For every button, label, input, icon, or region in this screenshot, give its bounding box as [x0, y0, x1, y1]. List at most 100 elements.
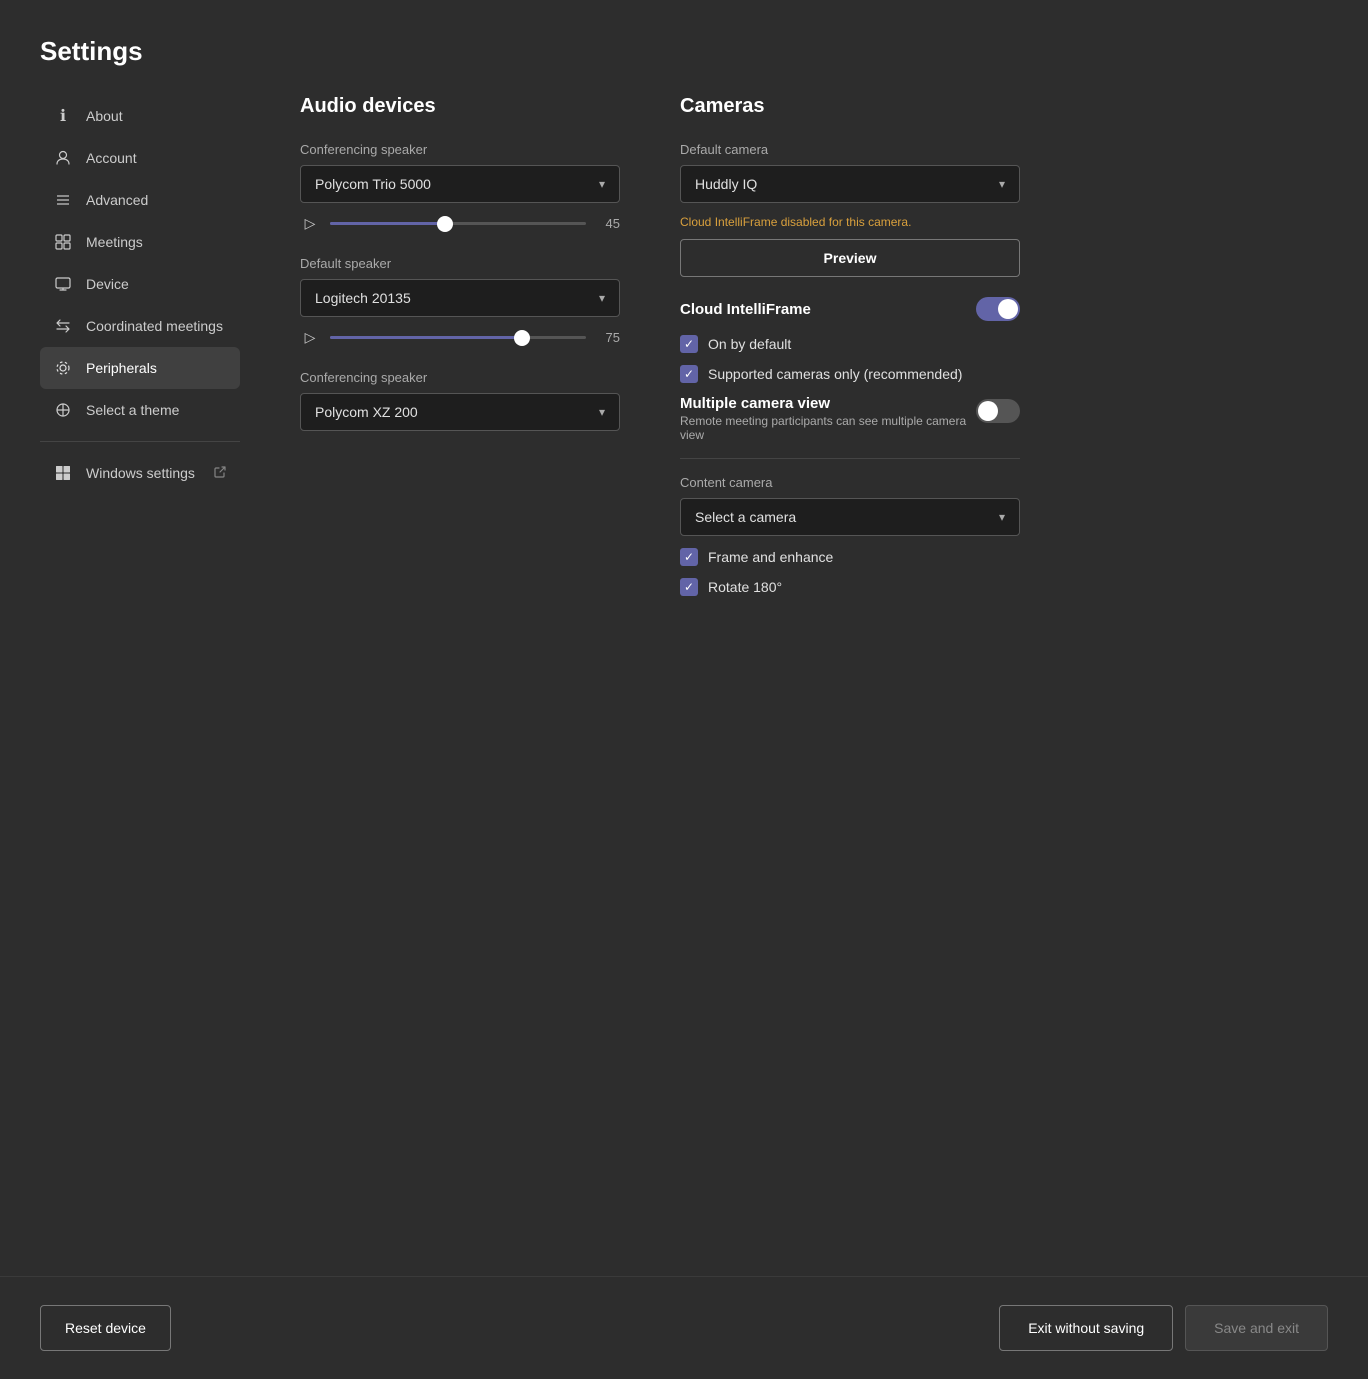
- sidebar-item-label: About: [86, 108, 123, 124]
- windows-icon: [54, 464, 72, 482]
- preview-button[interactable]: Preview: [680, 239, 1020, 277]
- meetings-icon: [54, 233, 72, 251]
- cloud-intelliframe-toggle[interactable]: [976, 297, 1020, 321]
- default-speaker-dropdown[interactable]: Logitech 20135 ▾: [300, 279, 620, 317]
- on-by-default-row: ✓ On by default: [680, 335, 1020, 353]
- sidebar-item-windows-settings[interactable]: Windows settings: [40, 452, 240, 494]
- checkmark-icon: ✓: [684, 550, 694, 564]
- bottom-bar: Reset device Exit without saving Save an…: [0, 1276, 1368, 1379]
- camera-section-title: Cameras: [680, 95, 1020, 118]
- default-speaker-volume: 75: [596, 330, 620, 345]
- main-content: Audio devices Conferencing speaker Polyc…: [260, 95, 1328, 1276]
- default-speaker-play-btn[interactable]: ▷: [300, 329, 320, 346]
- chevron-down-icon: ▾: [599, 291, 605, 305]
- slider-fill: [330, 222, 445, 225]
- multiple-camera-view-title: Multiple camera view: [680, 395, 976, 412]
- multiple-camera-text: Multiple camera view Remote meeting part…: [680, 395, 976, 442]
- default-speaker-slider-row: ▷ 75: [300, 329, 620, 346]
- frame-and-enhance-row: ✓ Frame and enhance: [680, 548, 1020, 566]
- conferencing-speaker-label: Conferencing speaker: [300, 142, 620, 157]
- default-speaker-slider[interactable]: [330, 336, 586, 339]
- peripherals-icon: [54, 359, 72, 377]
- sidebar-item-coordinated[interactable]: Coordinated meetings: [40, 305, 240, 347]
- conferencing-speaker-dropdown[interactable]: Polycom Trio 5000 ▾: [300, 165, 620, 203]
- checkmark-icon: ✓: [684, 337, 694, 351]
- theme-icon: [54, 401, 72, 419]
- frame-and-enhance-label: Frame and enhance: [708, 549, 833, 565]
- advanced-icon: [54, 191, 72, 209]
- supported-cameras-label: Supported cameras only (recommended): [708, 366, 962, 382]
- rotate-180-checkbox[interactable]: ✓: [680, 578, 698, 596]
- supported-cameras-row: ✓ Supported cameras only (recommended): [680, 365, 1020, 383]
- default-camera-dropdown[interactable]: Huddly IQ ▾: [680, 165, 1020, 203]
- multiple-camera-view-subtitle: Remote meeting participants can see mult…: [680, 414, 976, 442]
- sidebar-item-label: Advanced: [86, 192, 148, 208]
- frame-and-enhance-checkbox[interactable]: ✓: [680, 548, 698, 566]
- default-speaker-value: Logitech 20135: [315, 290, 411, 306]
- sidebar-item-account[interactable]: Account: [40, 137, 240, 179]
- default-speaker-label: Default speaker: [300, 256, 620, 271]
- sidebar-item-meetings[interactable]: Meetings: [40, 221, 240, 263]
- slider-thumb[interactable]: [514, 330, 530, 346]
- sidebar-item-advanced[interactable]: Advanced: [40, 179, 240, 221]
- toggle-knob: [998, 299, 1018, 319]
- sidebar-item-device[interactable]: Device: [40, 263, 240, 305]
- cloud-intelliframe-label: Cloud IntelliFrame: [680, 301, 811, 318]
- cloud-intelliframe-warning: Cloud IntelliFrame disabled for this cam…: [680, 215, 1020, 229]
- coordinated-icon: [54, 317, 72, 335]
- sidebar-item-label: Coordinated meetings: [86, 318, 223, 334]
- sidebar-item-label: Peripherals: [86, 360, 157, 376]
- external-link-icon: [214, 466, 226, 481]
- exit-without-saving-button[interactable]: Exit without saving: [999, 1305, 1173, 1351]
- content-camera-value: Select a camera: [695, 509, 796, 525]
- content-camera-label: Content camera: [680, 475, 1020, 490]
- conferencing-microphone-dropdown[interactable]: Polycom XZ 200 ▾: [300, 393, 620, 431]
- on-by-default-checkbox[interactable]: ✓: [680, 335, 698, 353]
- sidebar-item-select-theme[interactable]: Select a theme: [40, 389, 240, 431]
- sidebar-item-peripherals[interactable]: Peripherals: [40, 347, 240, 389]
- chevron-down-icon: ▾: [599, 177, 605, 191]
- save-and-exit-button[interactable]: Save and exit: [1185, 1305, 1328, 1351]
- on-by-default-label: On by default: [708, 336, 791, 352]
- audio-section-title: Audio devices: [300, 95, 620, 118]
- account-icon: [54, 149, 72, 167]
- chevron-down-icon: ▾: [999, 177, 1005, 191]
- multiple-camera-view-toggle[interactable]: [976, 399, 1020, 423]
- default-camera-label: Default camera: [680, 142, 1020, 157]
- info-icon: ℹ: [54, 107, 72, 125]
- multiple-camera-view-row: Multiple camera view Remote meeting part…: [680, 395, 1020, 442]
- audio-section: Audio devices Conferencing speaker Polyc…: [300, 95, 620, 1276]
- conferencing-speaker-play-btn[interactable]: ▷: [300, 215, 320, 232]
- conferencing-speaker-volume: 45: [596, 216, 620, 231]
- toggle-knob: [978, 401, 998, 421]
- chevron-down-icon: ▾: [599, 405, 605, 419]
- sidebar-item-label: Select a theme: [86, 402, 179, 418]
- sidebar-item-label: Account: [86, 150, 137, 166]
- checkmark-icon: ✓: [684, 367, 694, 381]
- sidebar-item-label: Device: [86, 276, 129, 292]
- supported-cameras-checkbox[interactable]: ✓: [680, 365, 698, 383]
- checkmark-icon: ✓: [684, 580, 694, 594]
- rotate-180-label: Rotate 180°: [708, 579, 782, 595]
- cloud-intelliframe-row: Cloud IntelliFrame: [680, 297, 1020, 321]
- rotate-180-row: ✓ Rotate 180°: [680, 578, 1020, 596]
- sidebar: ℹ About Account: [40, 95, 260, 1276]
- sidebar-item-label: Meetings: [86, 234, 143, 250]
- camera-section-divider: [680, 458, 1020, 459]
- sidebar-item-about[interactable]: ℹ About: [40, 95, 240, 137]
- slider-thumb[interactable]: [437, 216, 453, 232]
- device-icon: [54, 275, 72, 293]
- conferencing-speaker-slider-row: ▷ 45: [300, 215, 620, 232]
- default-camera-value: Huddly IQ: [695, 176, 757, 192]
- reset-device-button[interactable]: Reset device: [40, 1305, 171, 1351]
- bottom-right-buttons: Exit without saving Save and exit: [999, 1305, 1328, 1351]
- conferencing-microphone-value: Polycom XZ 200: [315, 404, 418, 420]
- conferencing-speaker-slider[interactable]: [330, 222, 586, 225]
- conferencing-speaker-value: Polycom Trio 5000: [315, 176, 431, 192]
- camera-section: Cameras Default camera Huddly IQ ▾ Cloud…: [680, 95, 1020, 1276]
- sidebar-item-label: Windows settings: [86, 465, 195, 481]
- content-camera-dropdown[interactable]: Select a camera ▾: [680, 498, 1020, 536]
- chevron-down-icon: ▾: [999, 510, 1005, 524]
- sidebar-divider: [40, 441, 240, 442]
- conferencing-microphone-label: Conferencing speaker: [300, 370, 620, 385]
